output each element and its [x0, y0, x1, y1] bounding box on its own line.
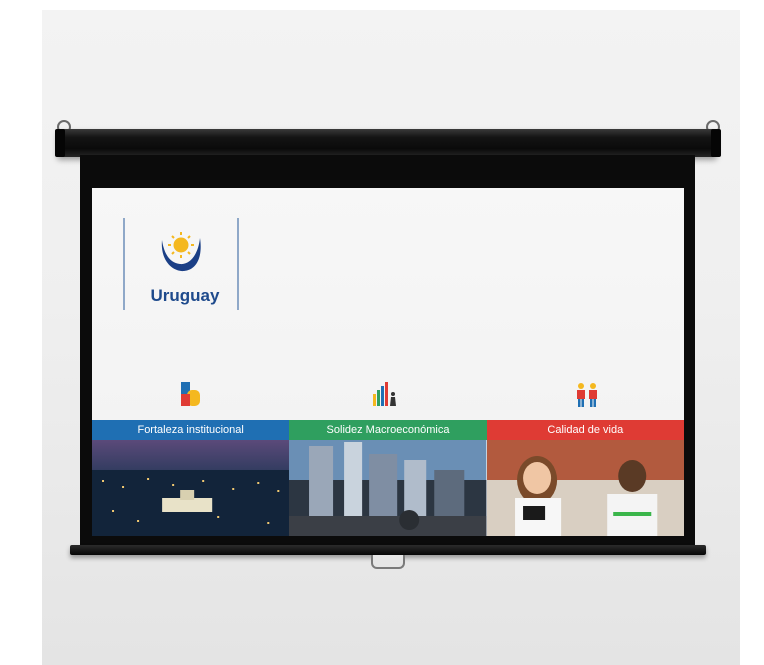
night-city-photo — [92, 440, 290, 536]
logo-divider-left — [123, 218, 125, 310]
pull-handle[interactable] — [371, 555, 405, 569]
projection-screen: Uruguay Fortaleza institucional Solidez … — [92, 188, 684, 536]
institution-icon — [181, 382, 200, 406]
pillar-label-institutional: Fortaleza institucional — [92, 420, 290, 440]
logo-wordmark: Uruguay — [150, 286, 220, 305]
logo-divider-right — [237, 218, 239, 310]
pillar-photo-strip — [92, 440, 684, 536]
pillar-label-macroeconomic: Solidez Macroeconómica — [289, 420, 487, 440]
bar-chart-icon — [373, 382, 396, 406]
children-photo — [486, 440, 684, 536]
roller-end-cap-left — [55, 129, 65, 157]
screen-bottom-weight-bar — [70, 545, 706, 555]
pillar-label-quality-of-life: Calidad de vida — [486, 420, 684, 440]
screen-roller-housing — [57, 129, 717, 157]
people-icon — [577, 383, 597, 407]
roller-end-cap-right — [711, 129, 721, 157]
skyline-photo — [289, 440, 487, 536]
pillar-label-strip: Fortaleza institucional Solidez Macroeco… — [92, 420, 684, 440]
uruguay-sun-emblem-icon — [161, 232, 201, 272]
